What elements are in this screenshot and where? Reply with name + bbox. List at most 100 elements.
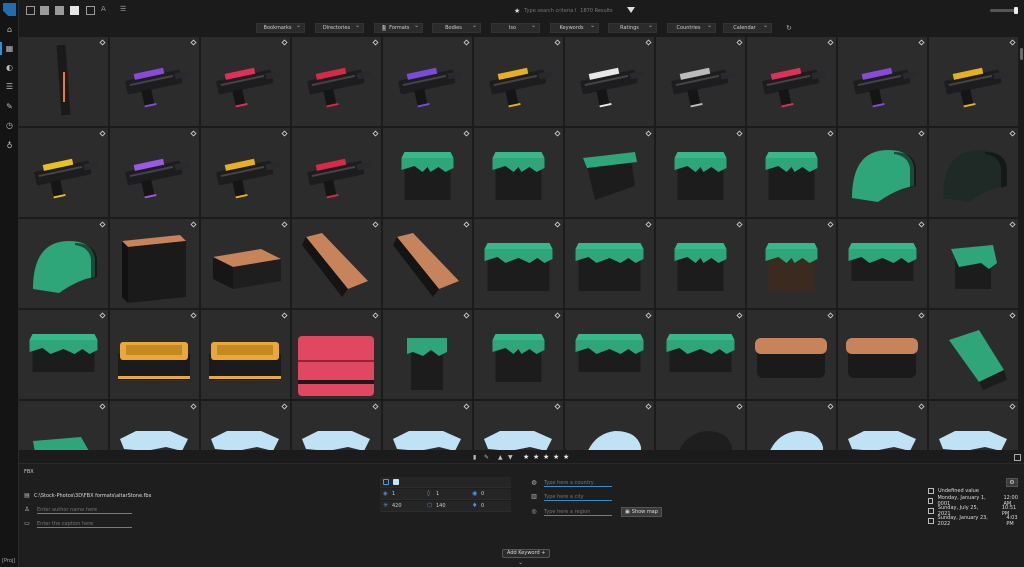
grid-scrollbar[interactable] [1020, 48, 1023, 60]
filter-calendar-dropdown[interactable]: Calendar [723, 22, 772, 33]
view-mode-monitor-icon[interactable] [86, 6, 95, 15]
author-input[interactable] [37, 506, 132, 514]
thumbnail-ramp-brown[interactable] [292, 219, 381, 308]
thumbnail-snow-mound[interactable] [110, 401, 199, 450]
filter-icon[interactable] [627, 7, 635, 13]
filter-ratings-dropdown[interactable]: Ratings [608, 22, 657, 33]
view-mode-list-icon[interactable] [26, 6, 35, 15]
chevron-down-icon[interactable]: ⌄ [518, 559, 523, 566]
rating-star-icon[interactable]: ★ [533, 453, 539, 461]
home-icon[interactable]: ⌂ [5, 25, 14, 34]
thumbnail-grass-block3[interactable] [656, 128, 745, 217]
thumbnail-arch-dark[interactable] [929, 128, 1018, 217]
thumbnail-brown-slab2[interactable] [838, 310, 927, 399]
search-input[interactable] [524, 8, 577, 14]
palette-icon[interactable]: ◐ [5, 63, 14, 72]
thumbnail-gun-yellow3[interactable] [201, 128, 290, 217]
thumbnail-grass-flat2[interactable] [19, 310, 108, 399]
thumbnail-box-dark[interactable] [110, 219, 199, 308]
delete-icon[interactable]: ▮ [473, 454, 476, 461]
thumbnail-grass-slope[interactable] [565, 128, 654, 217]
thumbnail-grass-slab[interactable] [565, 310, 654, 399]
project-label[interactable]: [Proj] [2, 558, 15, 564]
add-keyword-button[interactable]: Add Keyword + [502, 549, 551, 558]
filter-keywords-dropdown[interactable]: Keywords [550, 22, 599, 33]
thumbnail-snow-arch[interactable] [565, 401, 654, 450]
thumbnail-grass-flat[interactable] [838, 219, 927, 308]
thumbnail-grass-mound[interactable] [19, 401, 108, 450]
thumbnail-brown-slab[interactable] [747, 310, 836, 399]
reset-filters-icon[interactable]: ↻ [786, 24, 792, 32]
thumbnail-gun-purple[interactable] [110, 37, 199, 126]
view-mode-medium-icon[interactable] [55, 6, 64, 15]
images-icon[interactable]: ▦ [0, 42, 14, 55]
clock-icon[interactable]: ◷ [5, 121, 14, 130]
thumbnail-snow-cap[interactable] [292, 401, 381, 450]
city-input[interactable] [544, 493, 612, 501]
thumbnail-gun-violet[interactable] [383, 37, 472, 126]
filter-countries-dropdown[interactable]: Countries [667, 22, 716, 33]
rating-star-icon[interactable]: ★ [563, 453, 569, 461]
rating-star-icon[interactable]: ★ [553, 453, 559, 461]
expand-panel-icon[interactable] [1014, 454, 1021, 461]
thumbs-down-icon[interactable]: ▼ [508, 454, 513, 461]
thumbnail-gold-box2[interactable] [201, 310, 290, 399]
thumbnail-grass-block4[interactable] [747, 128, 836, 217]
thumbnail-gun-white[interactable] [565, 37, 654, 126]
thumbnail-grass-dirt[interactable] [747, 219, 836, 308]
thumbnail-gun-pink2[interactable] [747, 37, 836, 126]
thumbnail-gun-red[interactable] [292, 37, 381, 126]
lightbulb-icon[interactable]: ♁ [5, 141, 14, 150]
filter-directories-dropdown[interactable]: Directories [315, 22, 364, 33]
thumbnail-grass-block[interactable] [383, 128, 472, 217]
view-mode-large-icon[interactable] [40, 6, 49, 15]
thumbnail-snow-arch2[interactable] [747, 401, 836, 450]
layers-icon[interactable]: ☰ [5, 82, 14, 91]
thumbnail-gold-box[interactable] [110, 310, 199, 399]
lock-icon[interactable] [383, 479, 389, 485]
thumbnail-gun-yellow2[interactable] [929, 37, 1018, 126]
thumbnail-gun-pink[interactable] [201, 37, 290, 126]
show-map-button[interactable]: ▣ Show map [621, 507, 662, 517]
thumbnail-snow-mound2[interactable] [201, 401, 290, 450]
thumbnail-pink-box[interactable] [292, 310, 381, 399]
rating-star-icon[interactable]: ★ [523, 453, 529, 461]
thumbnail-grass-slab2[interactable] [656, 310, 745, 399]
thumbnail-grass-stairs[interactable] [929, 310, 1018, 399]
thumbnail-gun-purple3[interactable] [110, 128, 199, 217]
filter-bodies-dropdown[interactable]: Bodies [432, 22, 481, 33]
thumbnail-size-slider[interactable] [990, 7, 1018, 14]
favorite-star-icon[interactable]: ★ [514, 7, 520, 15]
thumbnail-grass-edge[interactable] [929, 219, 1018, 308]
thumbnail-gun-black[interactable] [19, 128, 108, 217]
view-mode-grid-icon[interactable] [70, 6, 79, 15]
thumbnail-grass-cube[interactable] [474, 310, 563, 399]
thumbnail-gun-yellow[interactable] [474, 37, 563, 126]
thumbnail-arch-green[interactable] [838, 128, 927, 217]
thumbs-up-icon[interactable]: ▲ [498, 454, 503, 461]
details-list-icon[interactable]: ☰ [120, 5, 126, 13]
thumbnail-snow-cap3[interactable] [474, 401, 563, 450]
thumbnail-grass-wide2[interactable] [565, 219, 654, 308]
caption-input[interactable] [37, 520, 132, 528]
thumbnail-gun-grey[interactable] [656, 37, 745, 126]
filter-formats-dropdown[interactable]: 1 Formats [374, 22, 423, 33]
thumbnail-ramp-brown2[interactable] [383, 219, 472, 308]
thumbnail-arch-green2[interactable] [19, 219, 108, 308]
thumbnail-grass-pillar[interactable] [383, 310, 472, 399]
filter-iso-dropdown[interactable]: Iso [491, 22, 540, 33]
edit-icon[interactable]: ✎ [484, 454, 489, 461]
thumbnail-gun-red2[interactable] [292, 128, 381, 217]
region-input[interactable] [544, 508, 612, 516]
thumbnail-slab-brown[interactable] [201, 219, 290, 308]
thumbnail-snow-wide[interactable] [838, 401, 927, 450]
country-input[interactable] [544, 479, 612, 487]
tools-icon[interactable]: ✎ [5, 102, 14, 111]
thumbnail-grass-wide[interactable] [474, 219, 563, 308]
thumbnail-grass-block5[interactable] [656, 219, 745, 308]
thumbnail-dark-arch[interactable] [656, 401, 745, 450]
thumbnail-grass-block2[interactable] [474, 128, 563, 217]
font-size-icon[interactable]: A [101, 5, 106, 13]
rating-star-icon[interactable]: ★ [543, 453, 549, 461]
thumbnail-snow-wide2[interactable] [929, 401, 1018, 450]
